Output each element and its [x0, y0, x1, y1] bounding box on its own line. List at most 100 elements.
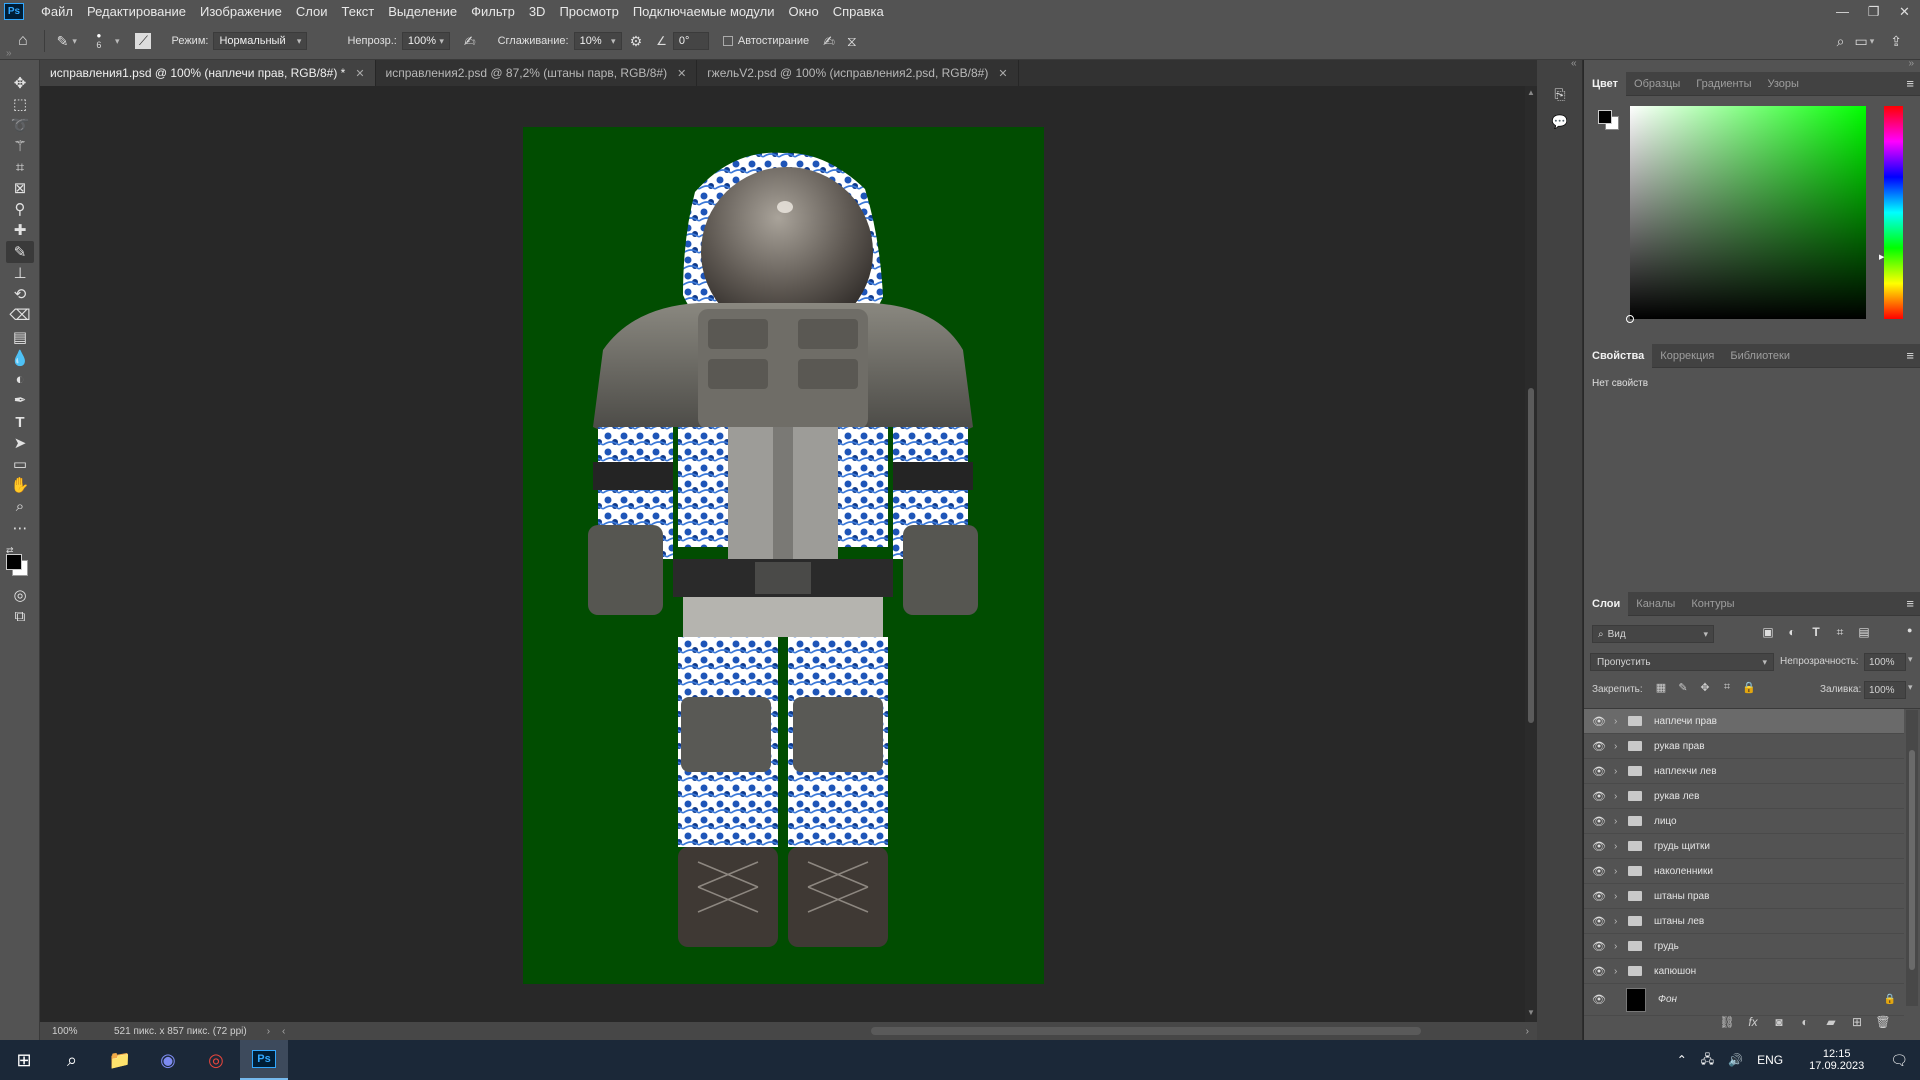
chevron-right-icon[interactable]: ›: [1614, 741, 1626, 752]
chevron-right-icon[interactable]: ›: [1614, 916, 1626, 927]
tab-color[interactable]: Цвет: [1584, 71, 1627, 96]
layer-row[interactable]: 👁 › грудь щитки: [1584, 834, 1904, 859]
gradient-tool-icon[interactable]: ▤: [6, 326, 34, 348]
layer-row[interactable]: 👁 › штаны лев: [1584, 909, 1904, 934]
eyedropper-tool-icon[interactable]: ⚲: [6, 198, 34, 220]
foreground-color-swatch[interactable]: [1598, 110, 1612, 124]
chevron-right-icon[interactable]: ›: [1614, 841, 1626, 852]
chevron-down-icon[interactable]: ▾: [1908, 682, 1913, 693]
tab-swatches[interactable]: Образцы: [1626, 72, 1688, 96]
scroll-up-icon[interactable]: ▲: [1527, 88, 1535, 97]
new-layer-icon[interactable]: ⊞: [1844, 1015, 1870, 1029]
menu-file[interactable]: Файл: [34, 4, 80, 19]
chevron-right-icon[interactable]: ›: [1614, 891, 1626, 902]
tab-adjustments[interactable]: Коррекция: [1652, 344, 1722, 368]
vertical-scrollbar[interactable]: ▲ ▼: [1525, 86, 1537, 1022]
blur-tool-icon[interactable]: 💧: [6, 347, 34, 369]
move-tool-icon[interactable]: ✥: [6, 72, 34, 94]
chevron-right-icon[interactable]: ›: [1614, 766, 1626, 777]
stamp-tool-icon[interactable]: ⊥: [6, 262, 34, 284]
pressure-opacity-icon[interactable]: ✍: [464, 33, 476, 50]
tab-layers[interactable]: Слои: [1584, 591, 1629, 616]
background-layer-row[interactable]: 👁 Фон 🔒: [1584, 984, 1904, 1016]
eye-icon[interactable]: 👁: [1584, 993, 1614, 1006]
lock-artboard-icon[interactable]: ⌗: [1716, 681, 1738, 694]
layer-row[interactable]: 👁 › грудь: [1584, 934, 1904, 959]
menu-help[interactable]: Справка: [826, 4, 891, 19]
close-button[interactable]: ✕: [1889, 4, 1920, 20]
menu-plugins[interactable]: Подключаемые модули: [626, 4, 782, 19]
color-picker-field[interactable]: [1626, 106, 1866, 323]
clock[interactable]: 12:15 17.09.2023: [1802, 1048, 1871, 1072]
close-icon[interactable]: ✕: [677, 67, 686, 80]
chevron-right-icon[interactable]: ›: [1614, 816, 1626, 827]
layer-opacity-input[interactable]: 100%: [1864, 653, 1906, 671]
lock-all-icon[interactable]: 🔒: [1738, 681, 1760, 694]
collapse-panels-icon[interactable]: »: [1908, 58, 1914, 69]
menu-3d[interactable]: 3D: [522, 4, 553, 19]
menu-layers[interactable]: Слои: [289, 4, 335, 19]
chevron-right-icon[interactable]: ›: [1614, 966, 1626, 977]
close-icon[interactable]: ✕: [998, 67, 1007, 80]
eye-icon[interactable]: 👁: [1584, 765, 1614, 778]
menu-view[interactable]: Просмотр: [552, 4, 625, 19]
chevron-down-icon[interactable]: ▾: [1870, 36, 1875, 47]
eraser-tool-icon[interactable]: ⌫: [6, 304, 34, 326]
pressure-size-icon[interactable]: ✍: [823, 33, 835, 50]
tab-channels[interactable]: Каналы: [1628, 592, 1683, 616]
brush-size-picker[interactable]: ● 6: [89, 32, 109, 51]
screen-mode-icon[interactable]: ⧉: [6, 605, 34, 627]
menu-image[interactable]: Изображение: [193, 4, 289, 19]
pen-tool-icon[interactable]: ✒: [6, 389, 34, 411]
path-selection-tool-icon[interactable]: ➤: [6, 432, 34, 454]
panel-menu-icon[interactable]: ≡: [1906, 76, 1914, 91]
eye-icon[interactable]: 👁: [1584, 865, 1614, 878]
chevron-right-icon[interactable]: ›: [1614, 866, 1626, 877]
tab-patterns[interactable]: Узоры: [1760, 72, 1807, 96]
hand-tool-icon[interactable]: ✋: [6, 474, 34, 496]
eye-icon[interactable]: 👁: [1584, 940, 1614, 953]
more-tools-icon[interactable]: ⋯: [6, 517, 34, 539]
tab-libraries[interactable]: Библиотеки: [1722, 344, 1798, 368]
foreground-color-swatch[interactable]: [6, 554, 22, 570]
marquee-tool-icon[interactable]: ⬚: [6, 93, 34, 115]
volume-icon[interactable]: 🔊: [1728, 1053, 1743, 1067]
layer-row[interactable]: 👁 › наплекчи лев: [1584, 759, 1904, 784]
opacity-input[interactable]: 100% ▾: [401, 32, 450, 50]
search-icon[interactable]: ⌕: [48, 1040, 96, 1080]
filter-pixel-icon[interactable]: ▣: [1756, 625, 1780, 640]
filter-shape-icon[interactable]: ⌗: [1828, 625, 1852, 640]
scroll-thumb[interactable]: [871, 1027, 1422, 1035]
menu-text[interactable]: Текст: [335, 4, 382, 19]
new-group-icon[interactable]: ▰: [1818, 1015, 1844, 1029]
filter-adjustment-icon[interactable]: ◐: [1780, 625, 1804, 640]
layer-row[interactable]: 👁 › наколенники: [1584, 859, 1904, 884]
panel-menu-icon[interactable]: ≡: [1906, 348, 1914, 363]
crop-tool-icon[interactable]: ⌗: [6, 156, 34, 178]
layer-style-icon[interactable]: fx: [1740, 1015, 1766, 1029]
hue-slider[interactable]: ▶: [1879, 106, 1903, 319]
lock-pixels-icon[interactable]: ✎: [1672, 681, 1694, 694]
chevron-right-icon[interactable]: ›: [267, 1026, 270, 1037]
tab-paths[interactable]: Контуры: [1683, 592, 1742, 616]
workspace-icon[interactable]: ▭: [1855, 33, 1868, 50]
filter-type-icon[interactable]: T: [1804, 625, 1828, 640]
horizontal-scrollbar[interactable]: [285, 1022, 1525, 1040]
document-canvas[interactable]: [523, 127, 1044, 984]
hue-marker-icon[interactable]: ▶: [1879, 253, 1884, 261]
eye-icon[interactable]: 👁: [1584, 915, 1614, 928]
menu-select[interactable]: Выделение: [381, 4, 464, 19]
add-mask-icon[interactable]: ◙: [1766, 1015, 1792, 1029]
layer-row[interactable]: 👁 › капюшон: [1584, 959, 1904, 984]
eye-icon[interactable]: 👁: [1584, 715, 1614, 728]
search-icon[interactable]: ⌕: [1837, 33, 1845, 50]
collapse-toolbar-icon[interactable]: »: [6, 48, 12, 59]
home-icon[interactable]: ⌂: [18, 32, 28, 50]
photoshop-logo-icon[interactable]: Ps: [4, 3, 24, 20]
network-icon[interactable]: 🖧: [1701, 1050, 1714, 1071]
eye-icon[interactable]: 👁: [1584, 840, 1614, 853]
history-brush-tool-icon[interactable]: ⟲: [6, 283, 34, 305]
pencil-tool-icon[interactable]: ✎: [6, 241, 34, 263]
frame-tool-icon[interactable]: ⊠: [6, 177, 34, 199]
eye-icon[interactable]: 👁: [1584, 790, 1614, 803]
